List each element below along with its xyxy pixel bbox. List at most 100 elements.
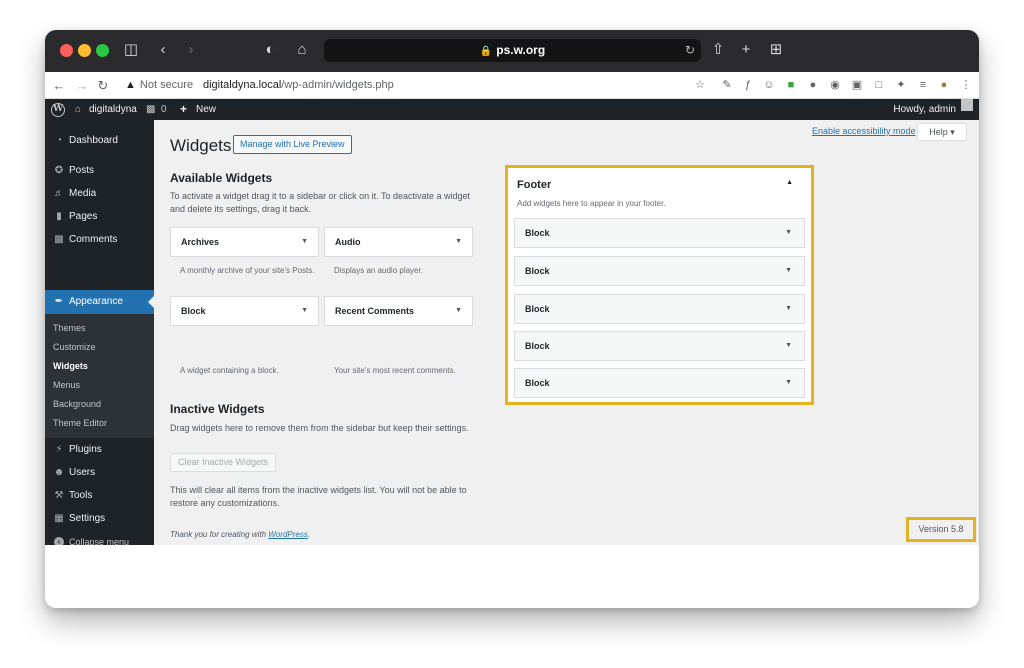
new-tab-icon[interactable]: + (736, 40, 756, 60)
inactive-widgets-title: Inactive Widgets (170, 402, 265, 416)
expand-arrow-icon[interactable]: ▼ (455, 297, 462, 325)
extension-circle-icon[interactable]: ● (805, 72, 821, 99)
plus-icon: + (180, 102, 188, 116)
media-icon: ♬ (54, 188, 64, 199)
page-icon: ▮ (56, 211, 62, 222)
browser-window: ◫ ‹ › ◐ ⌂ 🔒 ps.w.org ↻ ⇧ + ⊞ ← → ↻ ▲ Not s… (45, 30, 979, 608)
extension-eyedropper-icon[interactable]: ✎ (719, 72, 735, 99)
widget-audio-desc: Displays an audio player. (334, 266, 423, 275)
menu-kebab-icon[interactable]: ⋮ (958, 72, 974, 99)
page-title: Widgets (170, 136, 232, 155)
expand-arrow-icon[interactable]: ▼ (785, 369, 792, 397)
url-host: ps.w.org (496, 43, 546, 57)
expand-arrow-icon[interactable]: ▼ (785, 219, 792, 247)
back-icon[interactable]: ← (51, 72, 67, 99)
extension-camera-icon[interactable]: ◉ (827, 72, 843, 99)
widget-block-desc: A widget containing a block. (180, 366, 279, 375)
pin-icon: ✪ (54, 165, 64, 176)
plug-icon: ⚡ (55, 444, 63, 455)
sidebar-toggle-icon[interactable]: ◫ (121, 40, 141, 60)
sidebar-item-media[interactable]: ♬ Media (45, 183, 154, 205)
footer-block-widget[interactable]: Block ▼ (514, 218, 805, 248)
widget-recent-comments-desc: Your site's most recent comments. (334, 366, 456, 375)
extension-smiley-icon[interactable]: ☺ (761, 72, 777, 99)
wrench-icon: ⚒ (54, 490, 64, 501)
extension-green-icon[interactable]: ■ (783, 72, 799, 99)
available-widgets-title: Available Widgets (170, 171, 273, 185)
widget-archives[interactable]: Archives ▼ (170, 227, 319, 257)
wordpress-logo-icon[interactable]: W (51, 103, 65, 117)
accessibility-mode-link[interactable]: Enable accessibility mode (812, 126, 916, 136)
sidebar-item-pages[interactable]: ▮ Pages (45, 206, 154, 228)
submenu-item-theme-editor[interactable]: Theme Editor (53, 416, 107, 430)
settings-icon: ▦ (54, 513, 64, 524)
sidebar-item-tools[interactable]: ⚒ Tools (45, 485, 154, 507)
submenu-item-themes[interactable]: Themes (53, 321, 86, 335)
forward-arrow-icon[interactable]: › (181, 40, 201, 60)
expand-arrow-icon[interactable]: ▼ (785, 257, 792, 285)
browser-titlebar: ◫ ‹ › ◐ ⌂ 🔒 ps.w.org ↻ ⇧ + ⊞ (45, 30, 979, 72)
wordpress-link[interactable]: WordPress (268, 530, 308, 539)
sidebar-item-plugins[interactable]: ⚡ Plugins (45, 439, 154, 461)
sidebar-item-settings[interactable]: ▦ Settings (45, 508, 154, 530)
footer-block-widget[interactable]: Block ▼ (514, 368, 805, 398)
submenu-item-background[interactable]: Background (53, 397, 101, 411)
extension-font-icon[interactable]: ƒ (740, 72, 756, 99)
help-tab-button[interactable]: Help ▾ (917, 123, 967, 141)
sidebar-item-comments[interactable]: ▩ Comments (45, 229, 154, 251)
expand-arrow-icon[interactable]: ▼ (455, 228, 462, 256)
submenu-item-menus[interactable]: Menus (53, 378, 80, 392)
footer-block-widget[interactable]: Block ▼ (514, 256, 805, 286)
shield-icon[interactable]: ◐ (260, 40, 280, 60)
footer-widget-area[interactable]: Footer ▲ Add widgets here to appear in y… (505, 165, 814, 405)
user-icon: ☻ (53, 467, 65, 478)
expand-arrow-icon[interactable]: ▼ (785, 295, 792, 323)
security-indicator[interactable]: ▲ Not secure (125, 72, 193, 99)
minimize-window-button[interactable] (78, 44, 91, 57)
expand-arrow-icon[interactable]: ▼ (301, 228, 308, 256)
widget-recent-comments[interactable]: Recent Comments ▼ (324, 296, 473, 326)
forward-icon[interactable]: → (74, 72, 90, 99)
new-content-link[interactable]: New (196, 99, 216, 120)
share-icon[interactable]: ⇧ (708, 40, 728, 60)
inactive-widgets-desc: Drag widgets here to remove them from th… (170, 423, 469, 433)
caret-down-icon: ▾ (950, 127, 955, 137)
widget-block[interactable]: Block ▼ (170, 296, 319, 326)
back-arrow-icon[interactable]: ‹ (153, 40, 173, 60)
comment-icon: ▩ (54, 234, 64, 245)
submenu-item-customize[interactable]: Customize (53, 340, 96, 354)
submenu-item-widgets[interactable]: Widgets (53, 359, 88, 373)
reload-icon[interactable]: ↻ (685, 39, 695, 62)
widget-audio[interactable]: Audio ▼ (324, 227, 473, 257)
user-avatar[interactable] (961, 99, 973, 111)
collapse-caret-icon[interactable]: ▲ (786, 179, 793, 186)
extension-k-icon[interactable]: ▣ (849, 72, 865, 99)
tab-overview-icon[interactable]: ⊞ (766, 40, 786, 60)
reading-list-icon[interactable]: ≡ (915, 72, 931, 99)
expand-arrow-icon[interactable]: ▼ (301, 297, 308, 325)
address-bar: ← → ↻ ▲ Not secure digitaldyna.local/wp-a… (45, 72, 979, 99)
comments-count[interactable]: 0 (161, 99, 167, 120)
expand-arrow-icon[interactable]: ▼ (785, 332, 792, 360)
bookmark-star-icon[interactable]: ☆ (692, 72, 708, 99)
site-name-link[interactable]: digitaldyna (89, 99, 137, 120)
sidebar-item-appearance[interactable]: ✒ Appearance (45, 290, 154, 314)
sidebar-item-dashboard[interactable]: ◔ Dashboard (45, 130, 154, 152)
extension-box-icon[interactable]: □ (871, 72, 887, 99)
footer-block-widget[interactable]: Block ▼ (514, 294, 805, 324)
sidebar-item-users[interactable]: ☻ Users (45, 462, 154, 484)
profile-avatar-icon[interactable]: ● (936, 72, 952, 99)
address-url[interactable]: digitaldyna.local/wp-admin/widgets.php (203, 72, 394, 99)
clear-inactive-widgets-button[interactable]: Clear Inactive Widgets (170, 453, 277, 472)
safari-url-bar[interactable]: 🔒 ps.w.org ↻ (324, 39, 701, 62)
refresh-icon[interactable]: ↻ (95, 72, 111, 99)
live-preview-button[interactable]: Manage with Live Preview (233, 135, 352, 154)
home-icon[interactable]: ⌂ (292, 40, 312, 60)
close-window-button[interactable] (60, 44, 73, 57)
home-icon: ⌂ (75, 104, 82, 115)
maximize-window-button[interactable] (96, 44, 109, 57)
howdy-greeting[interactable]: Howdy, admin (893, 99, 956, 120)
puzzle-icon[interactable]: ✦ (893, 72, 909, 99)
footer-block-widget[interactable]: Block ▼ (514, 331, 805, 361)
sidebar-item-posts[interactable]: ✪ Posts (45, 160, 154, 182)
